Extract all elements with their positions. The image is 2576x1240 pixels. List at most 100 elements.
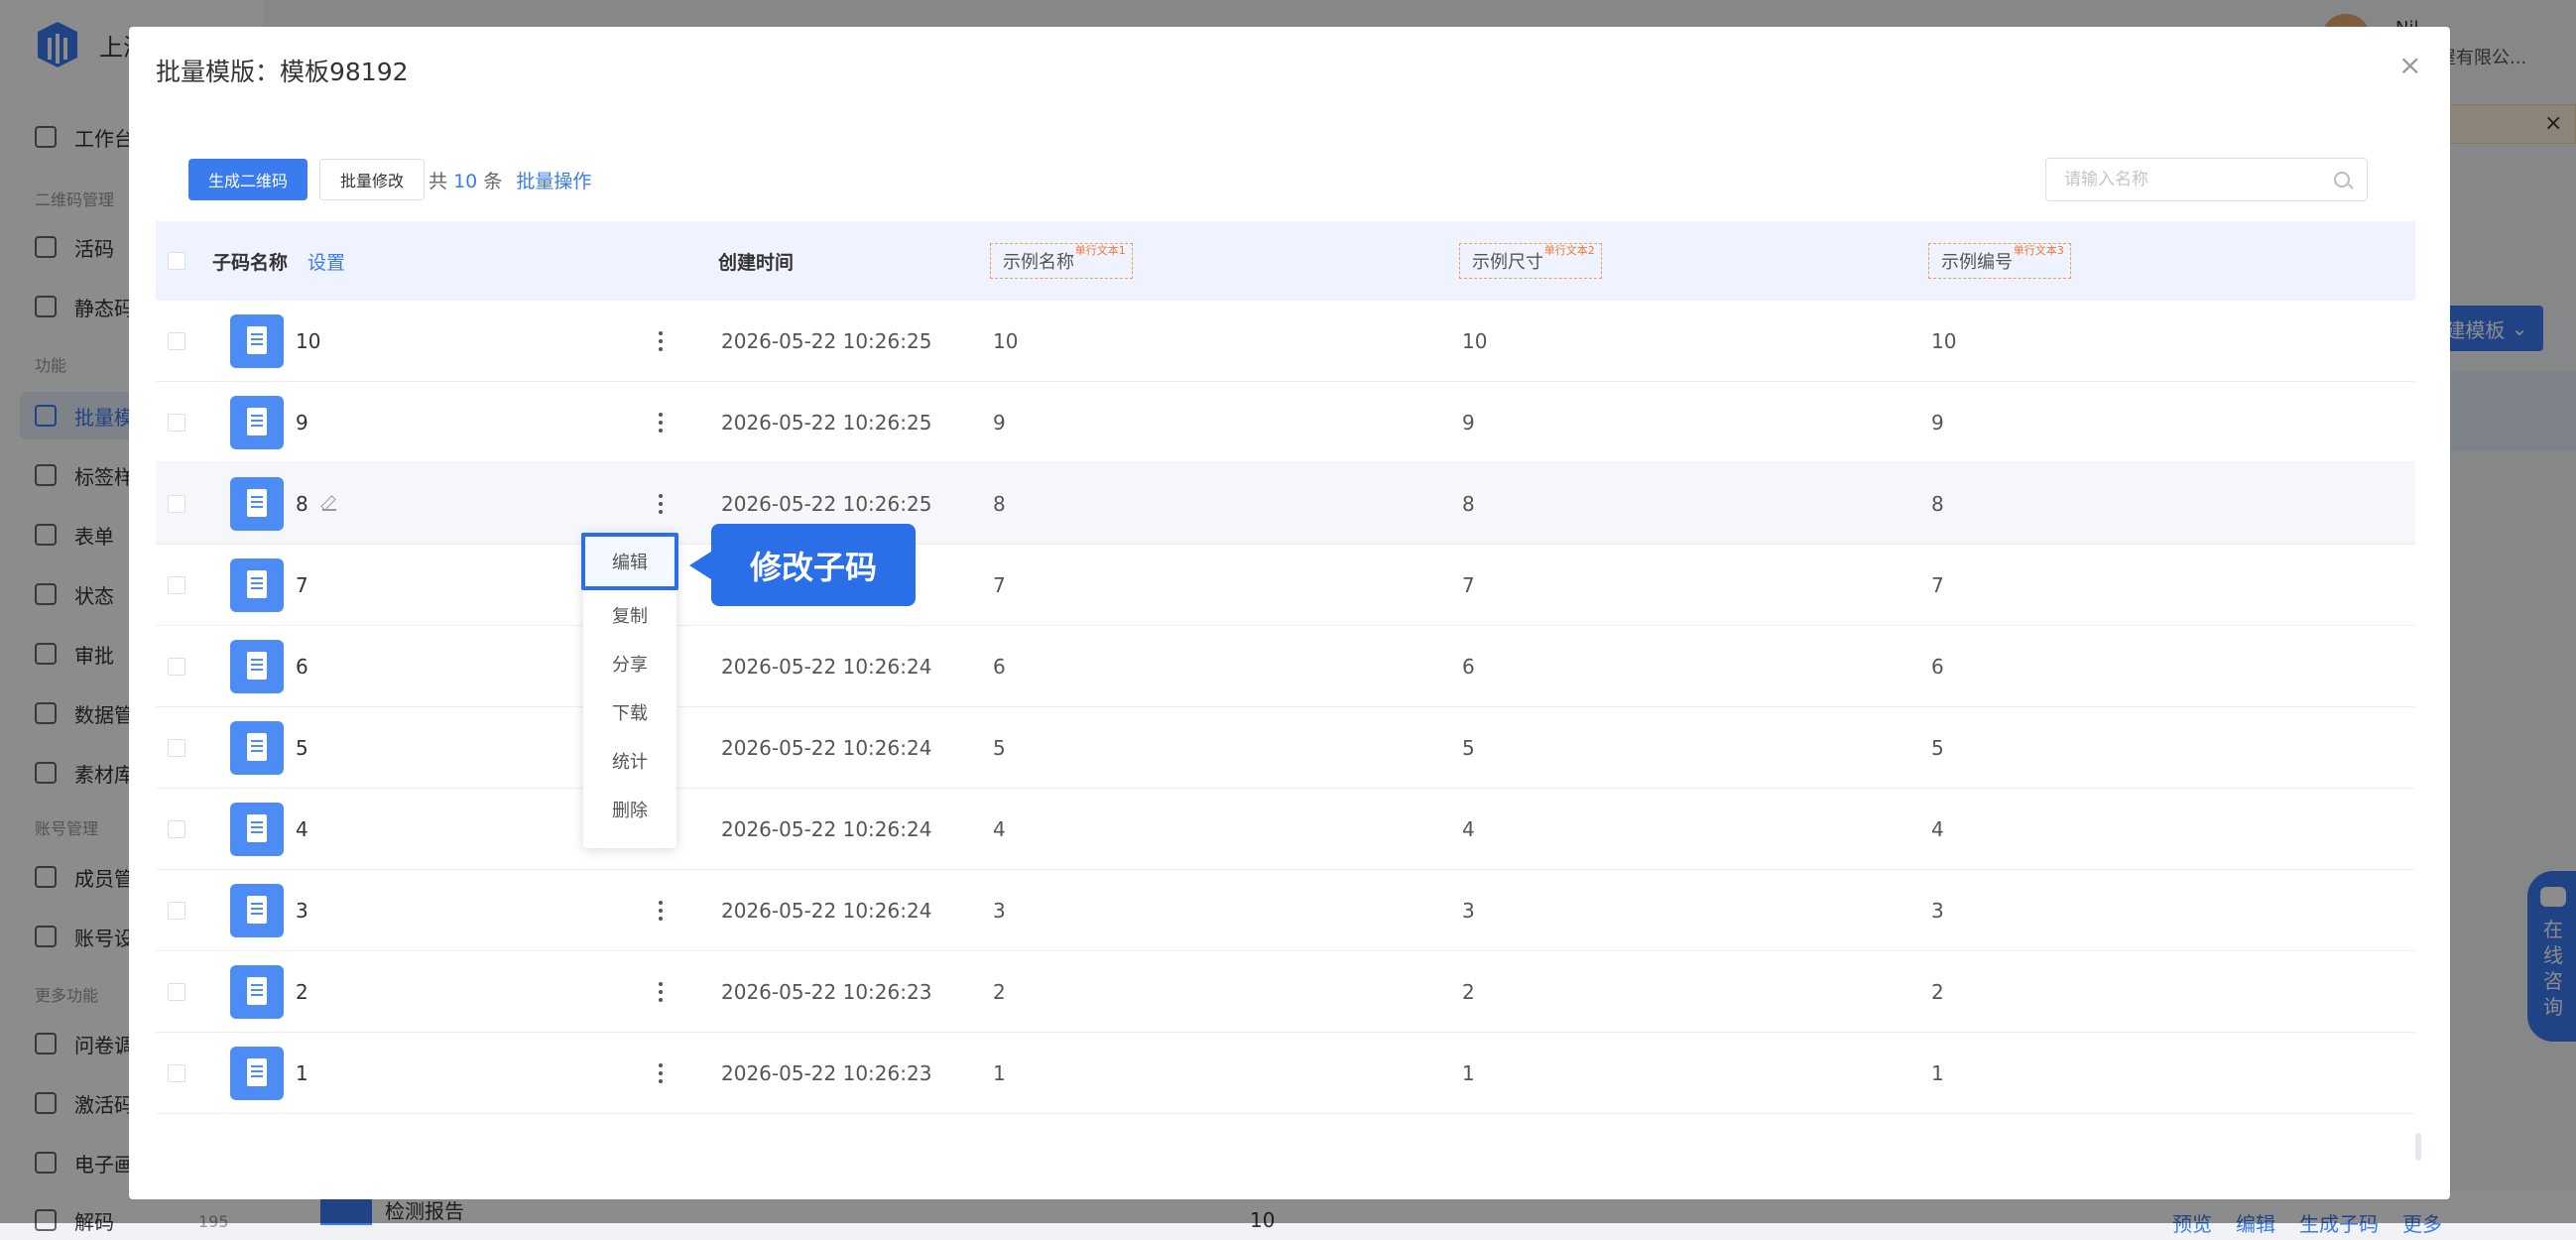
row-field1: 2 — [993, 979, 1006, 1004]
row-field3: 5 — [1931, 735, 1944, 760]
row-field1: 7 — [993, 572, 1006, 597]
generate-qrcode-button[interactable]: 生成二维码 — [188, 159, 308, 200]
row-name: 8 — [296, 491, 308, 516]
search-icon[interactable] — [2334, 172, 2350, 187]
row-select-cell — [168, 951, 185, 1032]
table-body: 10 2026-05-22 10:26:25 10 10 10 9 2026-0… — [156, 301, 2415, 1114]
count-suffix: 条 — [483, 170, 503, 192]
row-checkbox[interactable] — [168, 982, 185, 1001]
row-field1: 8 — [993, 491, 1006, 516]
more-vertical-icon[interactable] — [659, 330, 663, 351]
row-name: 9 — [296, 410, 308, 434]
row-select-cell — [168, 463, 185, 544]
row-name: 5 — [296, 735, 308, 760]
document-icon — [230, 720, 284, 775]
column-settings-link[interactable]: 设置 — [307, 248, 345, 275]
row-checkbox[interactable] — [168, 331, 185, 350]
menu-item-download[interactable]: 下载 — [583, 687, 676, 736]
table-row[interactable]: 9 2026-05-22 10:26:25 9 9 9 — [156, 382, 2415, 463]
row-name-cell: 6 — [230, 626, 308, 706]
table-row[interactable]: 2 2026-05-22 10:26:23 2 2 2 — [156, 951, 2415, 1033]
row-more-cell — [659, 870, 663, 950]
row-checkbox[interactable] — [168, 1063, 185, 1082]
row-more-cell — [659, 382, 663, 462]
table-row[interactable]: 1 2026-05-22 10:26:23 1 1 1 — [156, 1033, 2415, 1114]
field2-tag-box: 示例尺寸 单行文本2 — [1459, 243, 1602, 279]
field1-type: 单行文本1 — [1074, 244, 1126, 257]
field1-label: 示例名称 — [1003, 252, 1074, 273]
pencil-icon[interactable] — [321, 497, 336, 511]
table-row[interactable]: 6 2026-05-22 10:26:24 6 6 6 — [156, 626, 2415, 707]
table-row[interactable]: 10 2026-05-22 10:26:25 10 10 10 — [156, 301, 2415, 382]
row-field3: 6 — [1931, 654, 1944, 679]
row-checkbox[interactable] — [168, 738, 185, 757]
row-field3: 7 — [1931, 572, 1944, 597]
row-field3: 10 — [1931, 328, 1957, 353]
search-input[interactable] — [2064, 159, 2332, 200]
document-icon — [230, 1046, 284, 1100]
row-field2: 8 — [1462, 491, 1475, 516]
row-field3: 9 — [1931, 410, 1944, 434]
row-field3: 1 — [1931, 1060, 1944, 1085]
more-vertical-icon[interactable] — [659, 1062, 663, 1083]
row-select-cell — [168, 870, 185, 950]
more-vertical-icon[interactable] — [659, 412, 663, 433]
table-row[interactable]: 5 2026-05-22 10:26:24 5 5 5 — [156, 707, 2415, 789]
menu-item-share[interactable]: 分享 — [583, 639, 676, 687]
menu-item-copy[interactable]: 复制 — [583, 590, 676, 639]
row-more-cell — [659, 301, 663, 381]
row-select-cell — [168, 626, 185, 706]
table-row[interactable]: 7 7 7 7 — [156, 545, 2415, 626]
row-created-time: 2026-05-22 10:26:23 — [721, 979, 932, 1004]
row-created-time: 2026-05-22 10:26:24 — [721, 735, 932, 760]
row-field2: 9 — [1462, 410, 1475, 434]
row-select-cell — [168, 1033, 185, 1113]
modal-title: 批量模版：模板98192 — [156, 58, 409, 86]
row-checkbox[interactable] — [168, 819, 185, 838]
row-name-cell: 8 — [230, 463, 336, 544]
row-action-menu: 编辑 复制 分享 下载 统计 删除 — [581, 533, 678, 848]
close-icon[interactable]: × — [2398, 49, 2421, 81]
total-count: 共 10 条 — [425, 167, 502, 193]
table-row[interactable]: 8 2026-05-22 10:26:25 8 8 8 — [156, 463, 2415, 545]
field3-tag-box: 示例编号 单行文本3 — [1928, 243, 2071, 279]
row-checkbox[interactable] — [168, 657, 185, 676]
callout-tooltip: 修改子码 — [689, 524, 916, 606]
select-all-checkbox[interactable] — [168, 252, 185, 270]
menu-item-stats[interactable]: 统计 — [583, 736, 676, 785]
table-row[interactable]: 3 2026-05-22 10:26:24 3 3 3 — [156, 870, 2415, 951]
table-row[interactable]: 4 2026-05-22 10:26:24 4 4 4 — [156, 789, 2415, 870]
row-field2: 5 — [1462, 735, 1475, 760]
row-checkbox[interactable] — [168, 575, 185, 594]
row-select-cell — [168, 707, 185, 788]
field2-label: 示例尺寸 — [1472, 252, 1543, 273]
row-field2: 2 — [1462, 979, 1475, 1004]
row-name-cell: 4 — [230, 789, 308, 869]
row-name-cell: 9 — [230, 382, 308, 462]
document-icon — [230, 964, 284, 1019]
row-created-time: 2026-05-22 10:26:24 — [721, 816, 932, 841]
menu-item-edit[interactable]: 编辑 — [581, 533, 678, 590]
row-field3: 8 — [1931, 491, 1944, 516]
more-vertical-icon[interactable] — [659, 981, 663, 1002]
row-name: 2 — [296, 979, 308, 1004]
batch-operation-link[interactable]: 批量操作 — [516, 167, 591, 193]
subcode-table: 子码名称 设置 创建时间 示例名称 单行文本1 示例尺寸 单行文本2 示例编号 单行文… — [156, 221, 2415, 1114]
row-name-cell: 7 — [230, 545, 308, 625]
row-checkbox[interactable] — [168, 413, 185, 432]
row-field2: 3 — [1462, 898, 1475, 923]
row-select-cell — [168, 789, 185, 869]
row-name: 3 — [296, 898, 308, 923]
field3-type: 单行文本3 — [2013, 244, 2064, 257]
document-icon — [230, 883, 284, 937]
row-field1: 6 — [993, 654, 1006, 679]
more-vertical-icon[interactable] — [659, 900, 663, 921]
more-vertical-icon[interactable] — [659, 493, 663, 514]
row-checkbox[interactable] — [168, 494, 185, 513]
menu-item-delete[interactable]: 删除 — [583, 785, 676, 833]
batch-edit-button[interactable]: 批量修改 — [319, 159, 426, 200]
row-name-cell: 5 — [230, 707, 308, 788]
scrollbar-thumb[interactable] — [2415, 1133, 2421, 1161]
row-checkbox[interactable] — [168, 901, 185, 920]
search-box — [2045, 158, 2368, 201]
